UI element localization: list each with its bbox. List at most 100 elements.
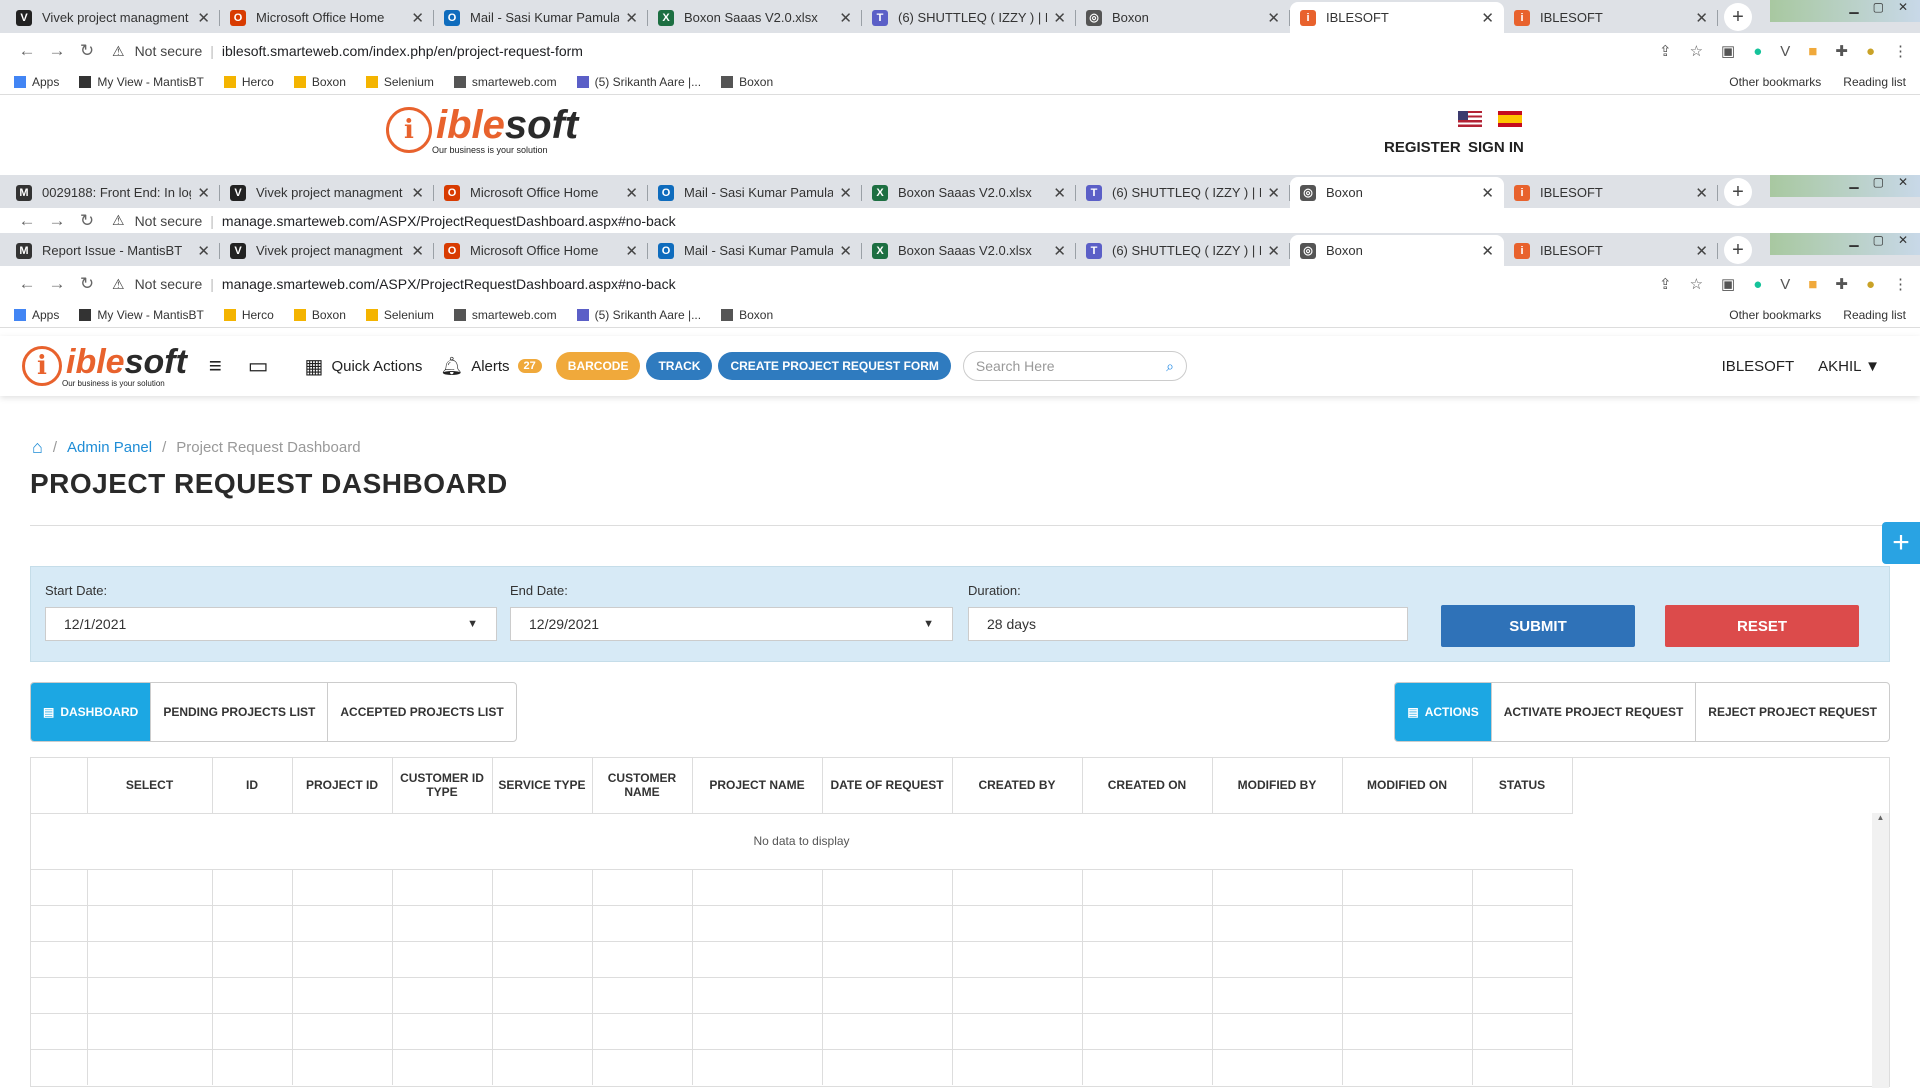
close-tab-icon[interactable]: ✕: [1267, 9, 1280, 27]
profile-icon[interactable]: ●: [1866, 43, 1875, 60]
vertical-scrollbar[interactable]: ▲: [1872, 813, 1889, 1088]
browser-tab[interactable]: T (6) SHUTTLEQ ( IZZY ) | Microsoft ✕: [862, 2, 1076, 33]
close-tab-icon[interactable]: ✕: [411, 9, 424, 27]
register-link[interactable]: REGISTER: [1384, 139, 1461, 156]
bookmark-item[interactable]: smarteweb.com: [453, 308, 557, 322]
column-header[interactable]: CUSTOMER ID TYPE: [392, 758, 493, 814]
signin-link[interactable]: SIGN IN: [1468, 139, 1524, 156]
scroll-up-icon[interactable]: ▲: [1872, 813, 1889, 822]
create-project-request-button[interactable]: CREATE PROJECT REQUEST FORM: [718, 352, 951, 380]
minimize-icon[interactable]: ▁: [1849, 0, 1858, 22]
close-icon[interactable]: ✕: [1898, 233, 1908, 255]
column-header[interactable]: [31, 758, 88, 814]
warning-icon[interactable]: ⚠: [112, 43, 125, 60]
tab-accepted-projects-list[interactable]: ACCEPTED PROJECTS LIST: [328, 683, 515, 741]
browser-tab[interactable]: T (6) SHUTTLEQ ( IZZY ) | Microsoft ✕: [1076, 177, 1290, 208]
browser-tab[interactable]: V Vivek project managment ✕: [220, 177, 434, 208]
url-text[interactable]: manage.smarteweb.com/ASPX/ProjectRequest…: [222, 213, 676, 229]
bookmark-item[interactable]: smarteweb.com: [453, 75, 557, 89]
column-header[interactable]: DATE OF REQUEST: [822, 758, 953, 814]
column-header[interactable]: ID: [212, 758, 293, 814]
grammarly-icon[interactable]: ●: [1753, 276, 1762, 293]
back-icon[interactable]: ←: [12, 274, 42, 294]
track-button[interactable]: TRACK: [646, 352, 713, 380]
close-tab-icon[interactable]: ✕: [1267, 184, 1280, 202]
breadcrumb-admin-panel[interactable]: Admin Panel: [67, 439, 152, 456]
bookmark-item[interactable]: Selenium: [365, 75, 434, 89]
other-bookmarks[interactable]: Other bookmarks: [1729, 308, 1821, 322]
browser-tab[interactable]: O Microsoft Office Home ✕: [220, 2, 434, 33]
close-tab-icon[interactable]: ✕: [625, 242, 638, 260]
bookmark-item[interactable]: Boxon: [721, 308, 773, 322]
menu-icon[interactable]: ⋮: [1893, 275, 1908, 293]
reset-button[interactable]: RESET: [1665, 605, 1859, 647]
close-tab-icon[interactable]: ✕: [197, 242, 210, 260]
maximize-icon[interactable]: ▢: [1873, 233, 1884, 255]
new-tab-button[interactable]: +: [1724, 3, 1752, 31]
barcode-button[interactable]: BARCODE: [555, 352, 641, 380]
browser-tab[interactable]: ◎ Boxon ✕: [1290, 177, 1504, 208]
close-tab-icon[interactable]: ✕: [839, 9, 852, 27]
forward-icon[interactable]: →: [42, 211, 72, 231]
minimize-icon[interactable]: ▁: [1849, 233, 1858, 255]
bookmark-item[interactable]: Herco: [223, 308, 274, 322]
puzzle-icon[interactable]: ✚: [1835, 42, 1848, 60]
star-icon[interactable]: ☆: [1690, 42, 1703, 60]
forward-icon[interactable]: →: [42, 41, 72, 61]
share-icon[interactable]: ⇪: [1659, 275, 1672, 293]
start-date-field[interactable]: 12/1/2021 ▼: [45, 607, 497, 641]
maximize-icon[interactable]: ▢: [1873, 0, 1884, 22]
new-tab-button[interactable]: +: [1724, 178, 1752, 206]
search-icon[interactable]: ⌕: [1166, 358, 1174, 375]
close-tab-icon[interactable]: ✕: [1695, 184, 1708, 202]
close-tab-icon[interactable]: ✕: [1481, 242, 1494, 260]
warning-icon[interactable]: ⚠: [112, 212, 125, 229]
back-icon[interactable]: ←: [12, 41, 42, 61]
bookmark-item[interactable]: Apps: [14, 308, 59, 322]
not-secure-label[interactable]: Not secure: [135, 43, 203, 59]
extension-icon[interactable]: ▣: [1721, 42, 1735, 60]
browser-tab[interactable]: i IBLESOFT ✕: [1504, 2, 1718, 33]
grammarly-icon[interactable]: ●: [1753, 43, 1762, 60]
close-tab-icon[interactable]: ✕: [1695, 9, 1708, 27]
extension-icon[interactable]: ▣: [1721, 275, 1735, 293]
url-text[interactable]: manage.smarteweb.com/ASPX/ProjectRequest…: [222, 276, 676, 292]
browser-tab[interactable]: M 0029188: Front End: In login ✕: [6, 177, 220, 208]
column-header[interactable]: SERVICE TYPE: [492, 758, 593, 814]
column-header[interactable]: PROJECT ID: [292, 758, 393, 814]
close-tab-icon[interactable]: ✕: [839, 184, 852, 202]
chevron-down-icon[interactable]: ▼: [923, 618, 934, 630]
close-tab-icon[interactable]: ✕: [197, 9, 210, 27]
reload-icon[interactable]: ↻: [72, 41, 102, 61]
browser-tab[interactable]: V Vivek project managment ✕: [6, 2, 220, 33]
address-bar[interactable]: ← → ↻ ⚠ Not secure | iblesoft.smarteweb.…: [0, 33, 1920, 69]
company-name[interactable]: IBLESOFT: [1722, 358, 1795, 375]
bookmark-item[interactable]: Selenium: [365, 308, 434, 322]
browser-tab[interactable]: X Boxon Saaas V2.0.xlsx ✕: [862, 177, 1076, 208]
browser-tab[interactable]: i IBLESOFT ✕: [1504, 177, 1718, 208]
browser-tab[interactable]: O Mail - Sasi Kumar Pamulapati ✕: [434, 2, 648, 33]
browser-tab[interactable]: O Mail - Sasi Kumar Pamulapati ✕: [648, 177, 862, 208]
close-icon[interactable]: ✕: [1898, 175, 1908, 197]
submit-button[interactable]: SUBMIT: [1441, 605, 1635, 647]
forward-icon[interactable]: →: [42, 274, 72, 294]
window-controls[interactable]: ▁ ▢ ✕: [1770, 175, 1920, 197]
action-tab-actions[interactable]: ▤ ACTIONS: [1395, 683, 1492, 741]
off-icon[interactable]: ■: [1808, 276, 1817, 293]
close-tab-icon[interactable]: ✕: [1481, 9, 1494, 27]
app-logo[interactable]: i iblesoft Our business is your solution: [22, 345, 187, 388]
close-tab-icon[interactable]: ✕: [625, 184, 638, 202]
duration-field[interactable]: 28 days: [968, 607, 1408, 641]
quick-actions-button[interactable]: ▦ Quick Actions: [305, 354, 423, 379]
maximize-icon[interactable]: ▢: [1873, 175, 1884, 197]
close-tab-icon[interactable]: ✕: [839, 242, 852, 260]
close-tab-icon[interactable]: ✕: [1267, 242, 1280, 260]
off-icon[interactable]: ■: [1808, 43, 1817, 60]
browser-tab[interactable]: i IBLESOFT ✕: [1290, 2, 1504, 33]
address-bar[interactable]: ← → ↻ ⚠ Not secure | manage.smarteweb.co…: [0, 266, 1920, 302]
column-header[interactable]: CREATED BY: [952, 758, 1083, 814]
chevron-down-icon[interactable]: ▼: [467, 618, 478, 630]
browser-tab[interactable]: V Vivek project managment ✕: [220, 235, 434, 266]
bookmark-item[interactable]: Apps: [14, 75, 59, 89]
close-tab-icon[interactable]: ✕: [411, 242, 424, 260]
